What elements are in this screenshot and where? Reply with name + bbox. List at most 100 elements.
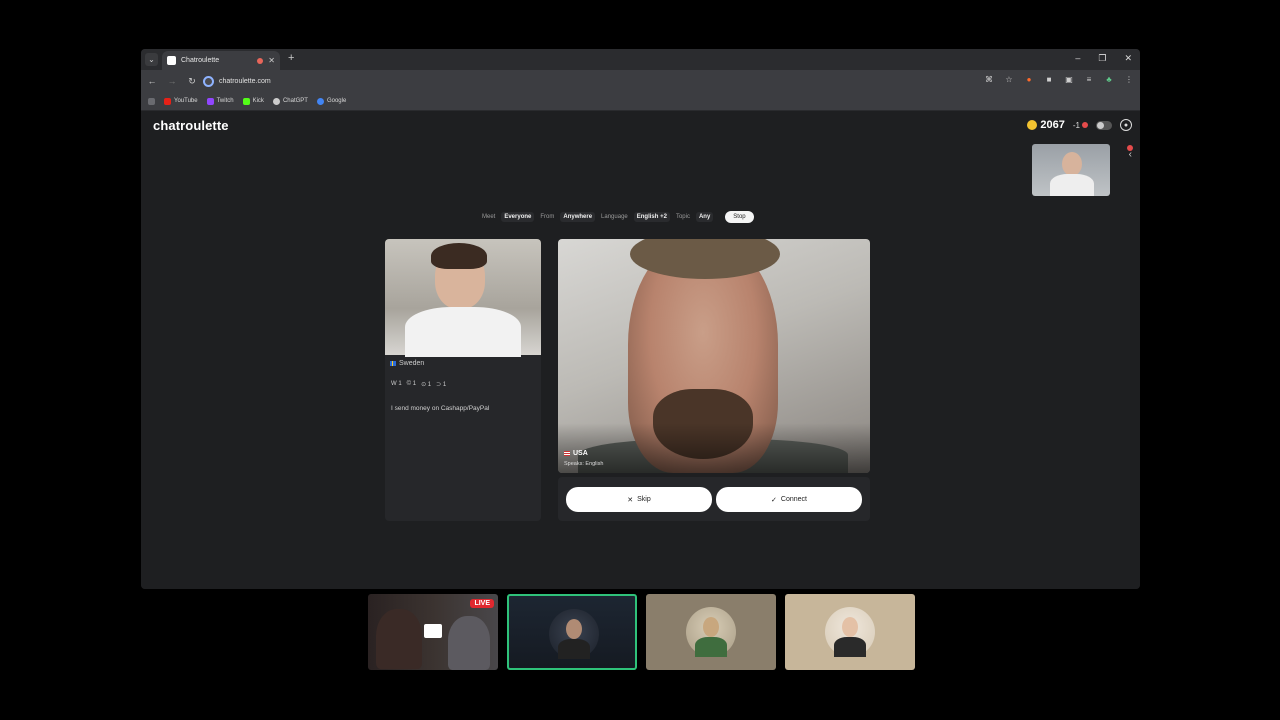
guest-image	[448, 616, 490, 670]
bookmark-chatgpt[interactable]: ChatGPT	[272, 97, 308, 105]
child-face-image	[842, 617, 858, 637]
header-controls: 2067 -1 ●	[1027, 119, 1132, 131]
connect-button[interactable]: ✓ Connect	[716, 487, 862, 512]
language-select[interactable]: English +2	[633, 212, 670, 222]
profile-photo	[385, 239, 541, 357]
stat-item: W 1	[391, 381, 402, 387]
profile-shirt-image	[405, 307, 521, 357]
streamer-image	[376, 609, 422, 669]
profile-extension-icon[interactable]: ♣	[1104, 75, 1114, 84]
extension-square-icon[interactable]: ■	[1044, 75, 1054, 84]
kick-icon	[242, 97, 250, 105]
tab-bar: ⌄ Chatroulette ✕ + – ❐ ✕	[141, 49, 1140, 70]
stream-thumbnails: LIVE	[368, 594, 915, 670]
self-body-image	[1050, 174, 1094, 196]
stat-item: © 1	[406, 381, 417, 387]
coin-delta: -1	[1073, 121, 1088, 130]
red-dot-icon	[1082, 122, 1088, 128]
chatroulette-favicon-icon	[167, 56, 176, 65]
child-body-image	[834, 637, 866, 657]
usa-flag-icon	[564, 451, 570, 456]
stat-item: ⊙ 1	[421, 382, 432, 388]
self-face-image	[1062, 152, 1082, 176]
browser-menu-icon[interactable]: ⋮	[1124, 75, 1134, 84]
chatgpt-icon	[272, 97, 280, 105]
hamster-body-image	[695, 637, 727, 657]
reload-icon[interactable]: ↻	[187, 76, 197, 87]
hamster-face-image	[703, 617, 719, 637]
bookmark-twitch[interactable]: Twitch	[206, 97, 234, 105]
sweden-flag-icon	[390, 361, 396, 366]
profile-country: Sweden	[390, 360, 424, 367]
extension-fire-icon[interactable]: ●	[1024, 75, 1034, 84]
partner-video: USA Speaks: English	[558, 239, 870, 473]
profile-hair-image	[431, 243, 487, 269]
recording-indicator-icon	[257, 57, 264, 64]
avatar-body-image	[558, 639, 590, 659]
forward-arrow-icon[interactable]: →	[167, 76, 177, 86]
apps-grid-icon[interactable]	[148, 97, 155, 105]
address-bar-row: ← → ↻ chatroulette.com ⌘ ☆ ● ■ ▣ ≡ ♣ ⋮	[141, 70, 1140, 92]
connect-label: Connect	[780, 496, 807, 503]
thumbnail-hamster[interactable]	[646, 594, 776, 670]
site-info-icon[interactable]	[203, 75, 214, 87]
youtube-icon	[164, 97, 171, 105]
bookmark-youtube[interactable]: YouTube	[164, 97, 198, 105]
video-overlay	[558, 423, 870, 473]
thumbnail-selected[interactable]	[507, 594, 637, 670]
browser-window: ⌄ Chatroulette ✕ + – ❐ ✕ ← → ↻ chatroule…	[141, 49, 1140, 589]
restore-button[interactable]: ❐	[1098, 53, 1106, 64]
toolbar-icons: ⌘ ☆ ● ■ ▣ ≡ ♣ ⋮	[984, 75, 1134, 84]
coin-icon	[1027, 120, 1038, 130]
profile-bio: I send money on Cashapp/PayPal	[391, 405, 490, 412]
tab-search-icon[interactable]: ⌄	[145, 53, 158, 66]
coin-balance[interactable]: 2067	[1027, 119, 1065, 131]
reading-list-icon[interactable]: ≡	[1084, 75, 1094, 84]
thumbnail-child[interactable]	[785, 594, 915, 670]
profile-stats: W 1 © 1 ⊙ 1 ⊃ 1	[391, 381, 446, 388]
chatroulette-page: chatroulette 2067 -1 ● ‹ Meet Everyone F…	[141, 111, 1140, 589]
notification-dot-icon	[1127, 145, 1133, 151]
match-actions: ✕ Skip ✓ Connect	[558, 477, 870, 521]
avatar	[825, 607, 875, 657]
app-logo[interactable]: chatroulette	[153, 118, 229, 133]
bookmark-google[interactable]: Google	[316, 97, 346, 105]
url-text[interactable]: chatroulette.com	[219, 78, 271, 85]
stop-button[interactable]: Stop	[725, 211, 754, 223]
tab-close-icon[interactable]: ✕	[268, 56, 275, 65]
screen-share-icon	[424, 624, 442, 638]
avatar	[549, 609, 599, 659]
omnibox[interactable]: chatroulette.com	[203, 73, 963, 89]
twitch-icon	[206, 97, 214, 105]
browser-tab[interactable]: Chatroulette ✕	[162, 51, 280, 70]
self-camera-preview[interactable]	[1032, 144, 1110, 196]
tab-title: Chatroulette	[181, 57, 220, 64]
thumbnail-live-stream[interactable]: LIVE	[368, 594, 498, 670]
bookmark-star-icon[interactable]: ☆	[1004, 75, 1014, 84]
meet-label: Meet	[482, 214, 496, 220]
stat-item: ⊃ 1	[436, 382, 447, 388]
minimize-button[interactable]: –	[1075, 53, 1080, 64]
google-icon	[316, 97, 324, 105]
from-label: From	[540, 214, 555, 220]
user-account-icon[interactable]: ●	[1120, 119, 1132, 131]
language-label: Language	[601, 214, 628, 220]
extensions-puzzle-icon[interactable]: ▣	[1064, 75, 1074, 84]
meet-select[interactable]: Everyone	[501, 212, 535, 222]
from-select[interactable]: Anywhere	[560, 212, 596, 222]
window-controls: – ❐ ✕	[1075, 53, 1132, 64]
new-tab-button[interactable]: +	[288, 52, 294, 64]
skip-label: Skip	[637, 496, 651, 503]
skip-button[interactable]: ✕ Skip	[566, 487, 712, 512]
close-icon: ✕	[627, 496, 634, 504]
close-window-button[interactable]: ✕	[1124, 53, 1132, 64]
topic-select[interactable]: Any	[695, 212, 714, 222]
bookmark-kick[interactable]: Kick	[242, 97, 264, 105]
translate-icon[interactable]: ⌘	[984, 75, 994, 84]
theme-toggle[interactable]	[1096, 120, 1112, 130]
back-arrow-icon[interactable]: ←	[147, 76, 157, 86]
avatar	[686, 607, 736, 657]
match-filters: Meet Everyone From Anywhere Language Eng…	[482, 211, 754, 223]
partner-languages: Speaks: English	[564, 461, 604, 467]
avatar-face-image	[566, 619, 582, 639]
